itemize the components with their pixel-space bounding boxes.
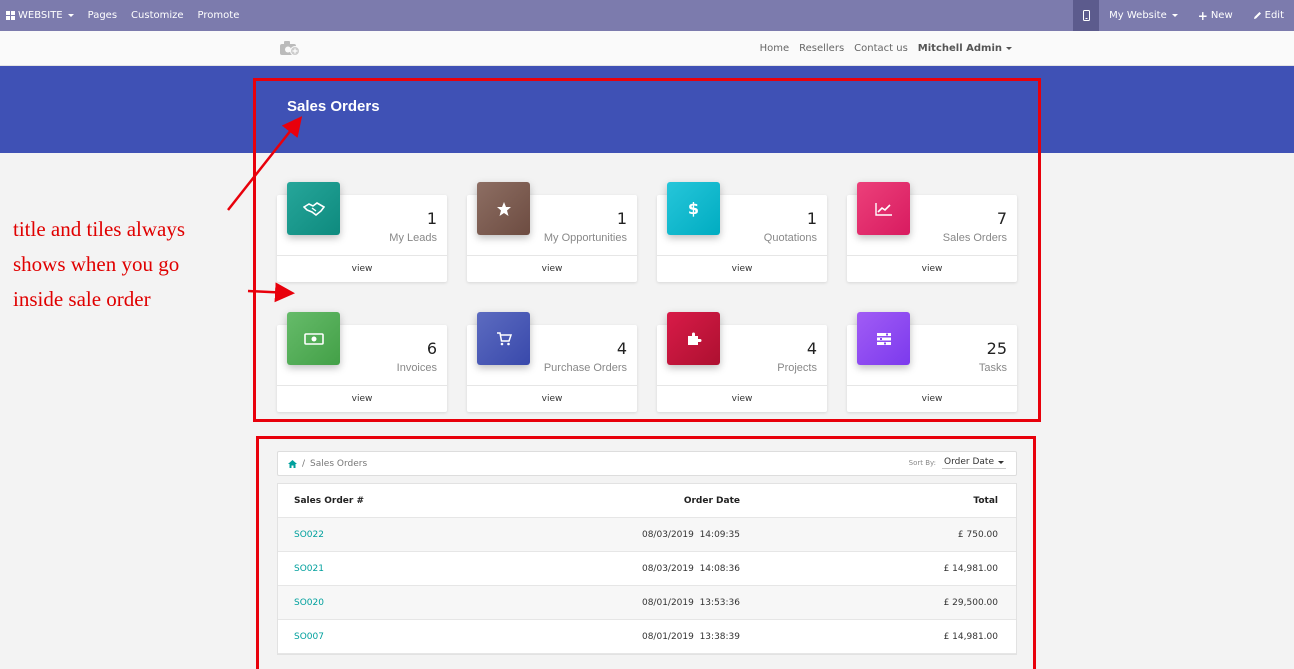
breadcrumb-bar: / Sales Orders Sort By: Order Date: [277, 451, 1017, 476]
order-link[interactable]: SO022: [294, 530, 324, 540]
orders-table: Sales Order # Order Date Total SO022 08/…: [277, 483, 1017, 655]
breadcrumb-separator: /: [302, 459, 306, 469]
breadcrumb-current: Sales Orders: [310, 459, 368, 469]
order-total: £ 750.00: [957, 530, 998, 540]
order-total: £ 14,981.00: [943, 632, 998, 642]
table-row[interactable]: SO021 08/03/2019 14:08:36 £ 14,981.00: [278, 552, 1016, 586]
order-date: 08/03/2019 14:08:36: [641, 564, 740, 574]
arrow-to-tiles: [247, 282, 295, 303]
order-link[interactable]: SO021: [294, 564, 324, 574]
table-header-row: Sales Order # Order Date Total: [278, 484, 1016, 518]
sort-control: Sort By: Order Date: [909, 456, 1006, 469]
caret-down-icon: [998, 460, 1004, 464]
order-date: 08/01/2019 13:38:39: [641, 632, 740, 642]
sort-dropdown[interactable]: Order Date: [942, 456, 1006, 469]
orders-panel: / Sales Orders Sort By: Order Date Sales…: [277, 451, 1017, 669]
table-row[interactable]: SO007 08/01/2019 13:38:39 £ 14,981.00: [278, 620, 1016, 654]
sort-label: Sort By:: [908, 458, 937, 467]
arrow-to-title: [227, 116, 303, 211]
order-total: £ 29,500.00: [943, 598, 998, 608]
header-order-number[interactable]: Sales Order #: [294, 496, 364, 506]
table-row[interactable]: SO022 08/03/2019 14:09:35 £ 750.00: [278, 518, 1016, 552]
home-icon[interactable]: [288, 460, 297, 468]
order-date: 08/03/2019 14:09:35: [641, 530, 740, 540]
order-total: £ 14,981.00: [943, 564, 998, 574]
header-total[interactable]: Total: [973, 496, 998, 506]
sort-value: Order Date: [944, 457, 994, 467]
header-order-date[interactable]: Order Date: [684, 496, 740, 506]
order-link[interactable]: SO007: [294, 632, 324, 642]
table-row[interactable]: SO020 08/01/2019 13:53:36 £ 29,500.00: [278, 586, 1016, 620]
order-date: 08/01/2019 13:53:36: [641, 598, 740, 608]
order-link[interactable]: SO020: [294, 598, 324, 608]
breadcrumb: / Sales Orders: [288, 459, 367, 469]
